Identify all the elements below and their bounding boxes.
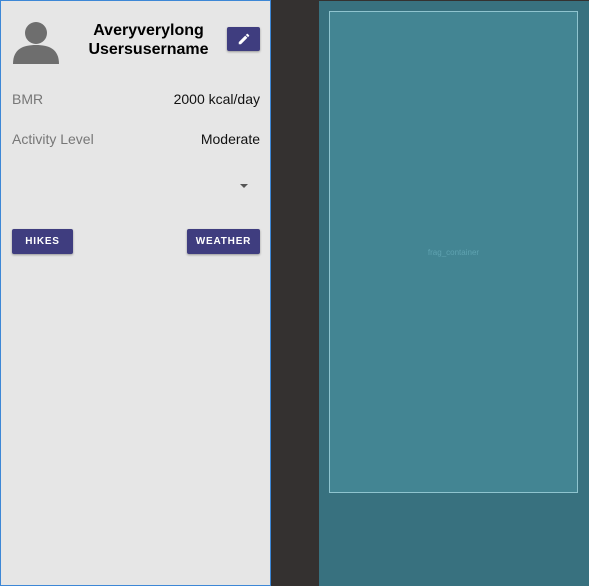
activity-level-label: Activity Level (12, 131, 94, 147)
frag-container: frag_container (329, 11, 578, 493)
bmr-label: BMR (12, 91, 44, 107)
activity-level-value: Moderate (200, 131, 260, 147)
username-text: Averyverylong Usersusername (88, 22, 209, 58)
pencil-icon (238, 33, 249, 45)
weather-button[interactable]: WEATHER (187, 229, 260, 254)
edit-profile-button[interactable] (227, 27, 260, 51)
frag-container-label: frag_container (427, 248, 480, 257)
bmr-value: 2000 kcal/day (173, 91, 260, 107)
person-silhouette-icon (11, 19, 61, 64)
fragment-panel: frag_container (319, 1, 589, 586)
app-window: Averyverylong Usersusername BMR 2000 kca… (0, 0, 589, 586)
profile-panel: Averyverylong Usersusername BMR 2000 kca… (0, 0, 271, 586)
hikes-button[interactable]: HIKES (12, 229, 73, 254)
activity-level-spinner[interactable] (12, 171, 250, 201)
dropdown-arrow-icon (240, 184, 248, 188)
